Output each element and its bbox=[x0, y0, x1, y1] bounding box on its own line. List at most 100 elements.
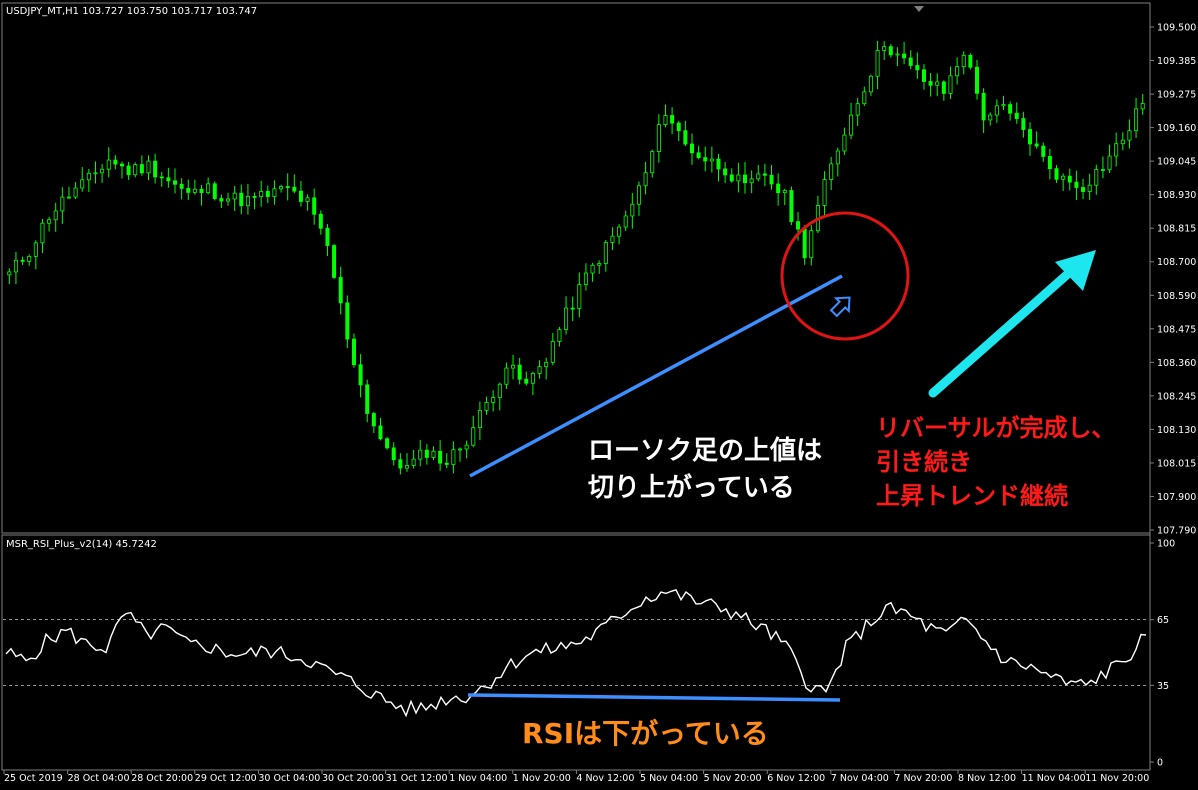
candle-body bbox=[1028, 129, 1033, 145]
candle-body bbox=[796, 221, 801, 230]
rsi-tick-label: 35 bbox=[1157, 681, 1169, 692]
candle-body bbox=[186, 187, 191, 193]
candle-body bbox=[385, 438, 390, 449]
candle-body bbox=[570, 307, 575, 310]
time-axis: 25 Oct 2019 28 Oct 04:00 28 Oct 20:00 29 Oc… bbox=[3, 770, 1149, 784]
candle-body bbox=[1061, 175, 1066, 180]
time-tick-label: 5 Nov 20:00 bbox=[704, 773, 762, 784]
candle-body bbox=[378, 425, 383, 440]
candle-body bbox=[862, 91, 867, 105]
rsi-note: RSIは下がっている bbox=[522, 717, 769, 750]
candle-body bbox=[762, 173, 767, 176]
candle-body bbox=[868, 75, 873, 93]
candle-body bbox=[212, 183, 217, 199]
candle-body bbox=[1074, 181, 1079, 188]
candle-body bbox=[1001, 104, 1006, 107]
candle-body bbox=[80, 179, 85, 189]
candle-body bbox=[935, 81, 940, 86]
candle-body bbox=[994, 105, 999, 116]
candle-body bbox=[789, 190, 794, 223]
candle-body bbox=[371, 413, 376, 427]
candle-body bbox=[365, 384, 370, 414]
candle-body bbox=[219, 198, 224, 202]
candle-body bbox=[126, 165, 131, 176]
candle-body bbox=[398, 459, 403, 469]
time-tick-label: 7 Nov 20:00 bbox=[894, 773, 952, 784]
time-tick-label: 25 Oct 2019 bbox=[4, 773, 63, 784]
candle-body bbox=[113, 159, 118, 165]
candle-body bbox=[1008, 104, 1013, 114]
candle-body bbox=[855, 103, 860, 116]
mt4-chart-window: USDJPY_MT,H1 103.727 103.750 103.717 103… bbox=[1, 2, 1196, 784]
candle-body bbox=[1081, 187, 1086, 192]
candle-body bbox=[948, 75, 953, 94]
candle-body bbox=[968, 54, 973, 68]
reversal-note-line2: 引き続き bbox=[876, 448, 972, 476]
candle-body bbox=[550, 341, 555, 363]
candle-body bbox=[915, 65, 920, 71]
candle-body bbox=[822, 179, 827, 206]
reversal-note-line3: 上昇トレンド継続 bbox=[876, 482, 1068, 510]
candle-body bbox=[232, 192, 237, 200]
candle-body bbox=[451, 449, 456, 465]
candle-body bbox=[656, 124, 661, 152]
candle-body bbox=[709, 158, 714, 162]
candle-body bbox=[524, 378, 529, 384]
candle-body bbox=[139, 164, 144, 174]
candle-body bbox=[749, 178, 754, 184]
candle-body bbox=[603, 242, 608, 264]
candle-body bbox=[981, 92, 986, 121]
candle-body bbox=[670, 115, 675, 124]
candle-body bbox=[159, 176, 164, 179]
candle-body bbox=[544, 361, 549, 368]
candle-body bbox=[1047, 156, 1052, 170]
candle-body bbox=[265, 191, 270, 197]
reversal-note: リバーサルが完成し、 引き続き 上昇トレンド継続 bbox=[876, 411, 1116, 513]
candle-body bbox=[703, 157, 708, 162]
candle-body bbox=[961, 54, 966, 68]
price-tick-label: 107.790 bbox=[1157, 526, 1196, 537]
price-tick-label: 108.815 bbox=[1157, 224, 1196, 235]
candle-body bbox=[338, 277, 343, 304]
candle-body bbox=[643, 172, 648, 187]
rsi-header: MSR_RSI_Plus_v2(14) 45.7242 bbox=[6, 539, 157, 550]
candle-body bbox=[47, 219, 52, 224]
time-tick-label: 29 Oct 12:00 bbox=[195, 773, 257, 784]
candle-body bbox=[404, 465, 409, 469]
candle-body bbox=[623, 215, 628, 228]
rsi-tick-label: 65 bbox=[1157, 615, 1169, 626]
candle-body bbox=[305, 197, 310, 202]
candle-body bbox=[1107, 155, 1112, 171]
candle-body bbox=[298, 190, 303, 202]
candle-body bbox=[252, 196, 257, 198]
time-tick-label: 7 Nov 04:00 bbox=[831, 773, 889, 784]
candle-body bbox=[418, 449, 423, 460]
candle-body bbox=[1041, 145, 1046, 157]
candle-highs-note-line1: ローソク足の上値は bbox=[588, 436, 823, 466]
time-tick-label: 30 Oct 20:00 bbox=[322, 773, 384, 784]
price-tick-label: 109.500 bbox=[1157, 23, 1196, 34]
price-tick-label: 109.045 bbox=[1157, 157, 1196, 168]
candle-body bbox=[776, 183, 781, 194]
candle-body bbox=[583, 272, 588, 285]
candle-body bbox=[431, 450, 436, 458]
candle-body bbox=[192, 188, 197, 193]
candle-body bbox=[941, 81, 946, 94]
candle-body bbox=[497, 383, 502, 398]
candle-body bbox=[27, 255, 32, 262]
candle-body bbox=[1114, 143, 1119, 157]
candle-body bbox=[829, 163, 834, 180]
candle-body bbox=[1127, 130, 1132, 141]
candle-body bbox=[557, 329, 562, 342]
candle-body bbox=[119, 163, 124, 167]
candle-body bbox=[471, 427, 476, 446]
candle-body bbox=[53, 210, 58, 221]
price-tick-label: 108.015 bbox=[1157, 458, 1196, 469]
candle-body bbox=[842, 134, 847, 152]
candle-body bbox=[590, 264, 595, 274]
candle-body bbox=[782, 190, 787, 194]
time-tick-label: 8 Nov 12:00 bbox=[958, 773, 1016, 784]
candle-body bbox=[292, 186, 297, 192]
time-tick-label: 11 Nov 04:00 bbox=[1022, 773, 1086, 784]
candle-body bbox=[1134, 108, 1139, 132]
